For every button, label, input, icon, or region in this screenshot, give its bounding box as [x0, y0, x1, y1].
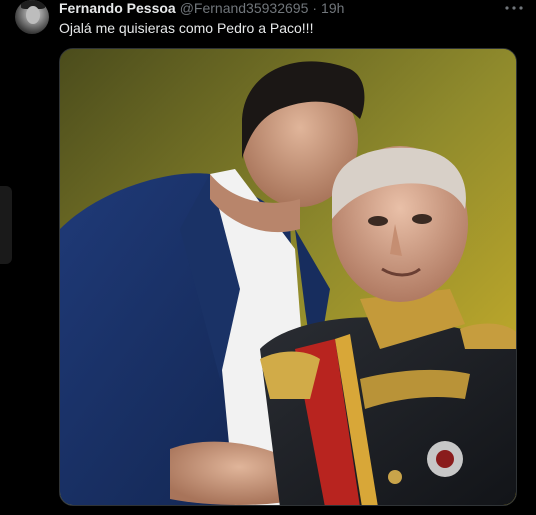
more-options-button[interactable]: [504, 0, 524, 16]
tweet: Fernando Pessoa @Fernand35932695 · 19h O…: [0, 0, 536, 515]
user-handle[interactable]: @Fernand35932695: [180, 0, 309, 16]
separator-dot: ·: [312, 0, 318, 16]
tweet-header: Fernando Pessoa @Fernand35932695 · 19h: [59, 0, 344, 16]
image-illustration: [60, 49, 516, 505]
tweet-image[interactable]: [59, 48, 517, 506]
avatar[interactable]: [15, 0, 49, 34]
more-options-icon: [505, 6, 523, 10]
scroll-edge: [0, 186, 12, 264]
display-name[interactable]: Fernando Pessoa: [59, 0, 176, 16]
avatar-face: [26, 6, 40, 24]
timestamp[interactable]: 19h: [321, 0, 344, 16]
tweet-text: Ojalá me quisieras como Pedro a Paco!!!: [59, 20, 314, 36]
